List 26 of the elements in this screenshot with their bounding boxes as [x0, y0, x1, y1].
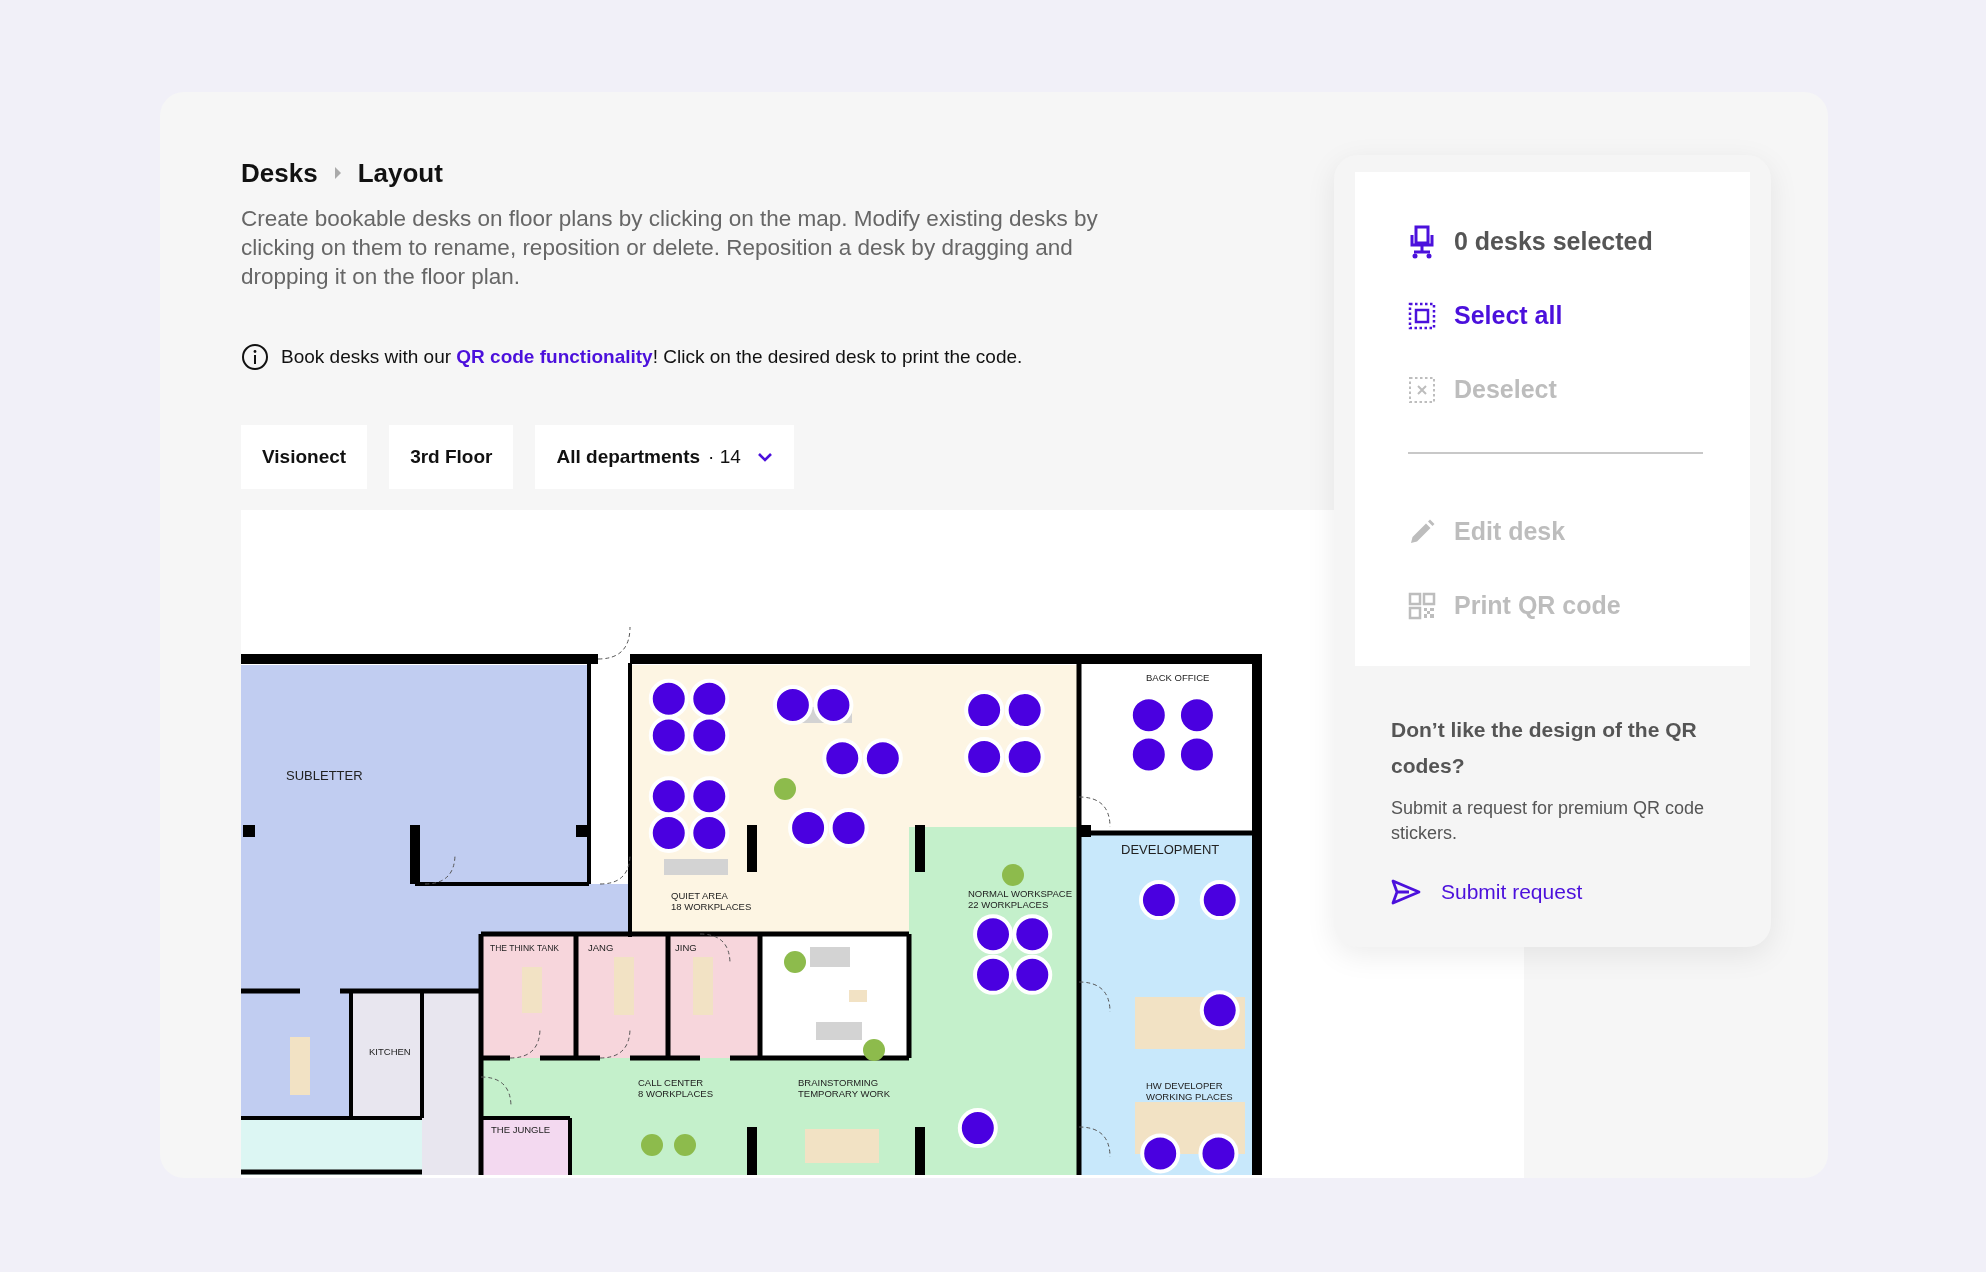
promo-title: Don’t like the design of the QR codes? — [1391, 717, 1698, 779]
department-dropdown[interactable]: All departments · 14 — [535, 425, 794, 489]
filter-button[interactable]: Visionect — [241, 425, 368, 489]
filter-button[interactable]: 3rd Floor — [389, 425, 514, 489]
description: Create bookable desks on floor plans by clicking on the map. Modify existing desks by clicking on them to rename, reposition or delete. Reposition a desk by dragging and dropping it on the floor plan. — [241, 205, 1099, 291]
submit-request-link[interactable]: Submit request — [1391, 876, 1741, 908]
room-label: THE THINK TANK — [490, 943, 559, 953]
action-button[interactable]: Select all — [1408, 294, 1563, 338]
room-label: SUBLETTER — [286, 768, 363, 783]
info-text: Book desks with our QR code functionality! Click on the desired desk to print the code. — [281, 344, 1023, 369]
room-label: DEVELOPMENT — [1121, 842, 1220, 857]
room-label: QUIET AREA 18 WORKPLACES — [671, 890, 752, 912]
room-label: BACK OFFICE — [1146, 672, 1210, 683]
qr-functionality-link[interactable]: QR code functionality — [456, 345, 653, 367]
breadcrumb-current: Layout — [357, 156, 443, 190]
room-label: CALL CENTER 8 WORKPLACES — [638, 1077, 713, 1099]
room-label: JING — [675, 942, 697, 953]
room-label: JANG — [588, 942, 614, 953]
room-label: KITCHEN — [369, 1046, 411, 1057]
room-label: NORMAL WORKSPACE 22 WORKPLACES — [968, 888, 1072, 910]
promo-text: Submit a request for premium QR code stickers. — [1391, 797, 1706, 845]
room-label: THE JUNGLE — [491, 1124, 551, 1135]
room-label: BRAINSTORMING TEMPORARY WORK — [798, 1077, 891, 1099]
selection-count: 0 desks selected — [1408, 220, 1750, 264]
breadcrumb-link[interactable]: Desks — [241, 153, 318, 193]
room-label: HW DEVELOPER WORKING PLACES — [1146, 1080, 1233, 1102]
